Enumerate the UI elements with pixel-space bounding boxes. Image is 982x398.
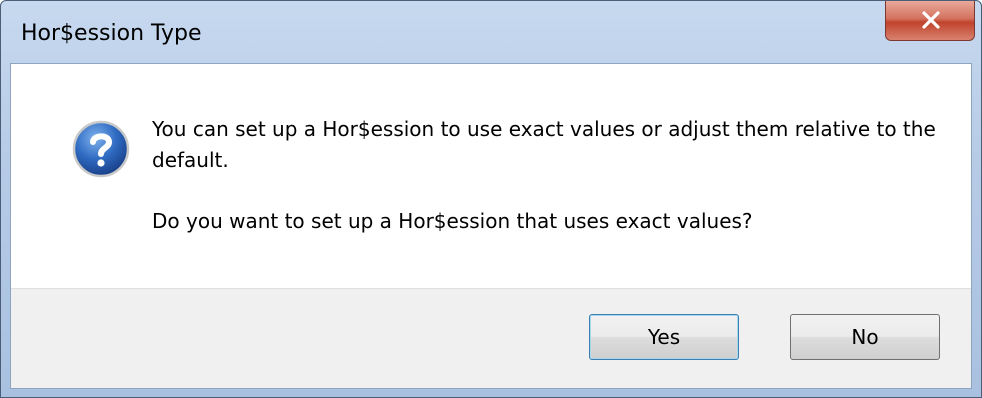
close-button[interactable] xyxy=(885,1,975,41)
no-button-label: No xyxy=(851,325,879,349)
title-bar[interactable]: Hor$ession Type xyxy=(1,1,981,63)
message-text: You can set up a Hor$ession to use exact… xyxy=(152,117,936,172)
button-bar: Yes No xyxy=(11,288,971,388)
no-button[interactable]: No xyxy=(790,314,940,360)
question-text: Do you want to set up a Hor$ession that … xyxy=(152,209,753,233)
window-title: Hor$ession Type xyxy=(21,21,202,46)
yes-button[interactable]: Yes xyxy=(589,314,739,360)
dialog-client-area: You can set up a Hor$ession to use exact… xyxy=(10,63,972,389)
close-icon xyxy=(922,11,940,29)
message-area: You can set up a Hor$ession to use exact… xyxy=(11,64,971,288)
dialog-window: Hor$ession Type You can set up a Hor$ess… xyxy=(0,0,982,398)
question-icon xyxy=(72,120,130,178)
yes-button-label: Yes xyxy=(647,325,681,349)
